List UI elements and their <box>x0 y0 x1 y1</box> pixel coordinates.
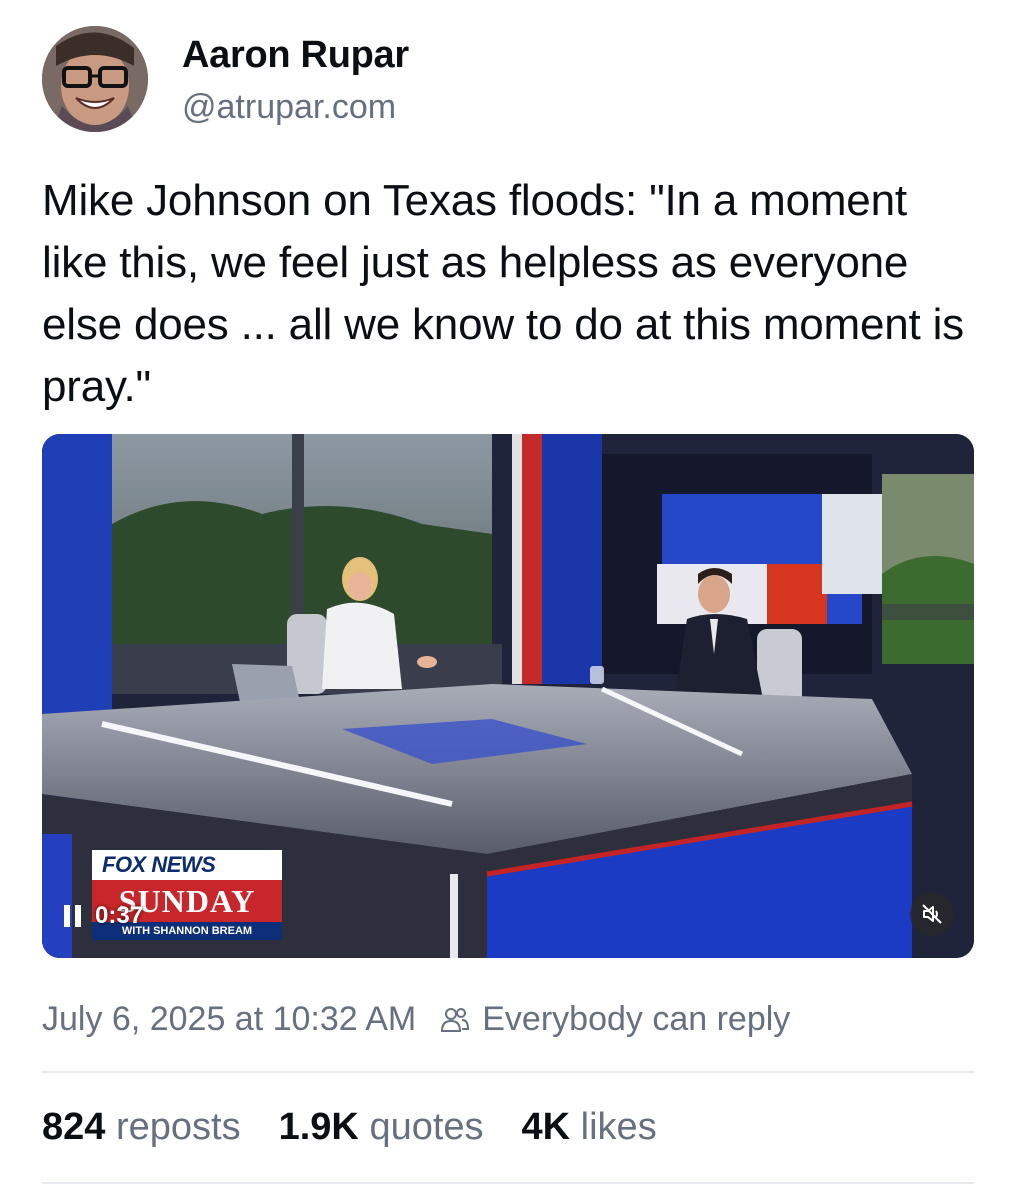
playback-controls: 0:37 <box>64 902 143 930</box>
reposts-count[interactable]: 824 reposts <box>42 1106 241 1149</box>
reply-setting[interactable]: Everybody can reply <box>440 1000 790 1039</box>
avatar-image <box>42 26 148 132</box>
stat-number: 4K <box>521 1106 571 1148</box>
likes-count[interactable]: 4K likes <box>522 1106 657 1149</box>
mute-button[interactable] <box>910 892 954 936</box>
stat-number: 1.9K <box>278 1106 359 1148</box>
stat-label: likes <box>580 1106 657 1148</box>
muted-speaker-icon <box>922 904 942 924</box>
divider <box>42 1071 974 1073</box>
author-handle[interactable]: @atrupar.com <box>182 88 396 127</box>
pause-icon[interactable] <box>64 905 81 927</box>
post-card: Aaron Rupar @atrupar.com Mike Johnson on… <box>0 0 1016 1200</box>
people-icon <box>441 1007 470 1032</box>
divider <box>42 1182 974 1184</box>
quotes-count[interactable]: 1.9K quotes <box>279 1106 484 1149</box>
reply-setting-label: Everybody can reply <box>482 1000 791 1038</box>
post-meta: July 6, 2025 at 10:32 AM Everybody can r… <box>42 1000 790 1039</box>
avatar[interactable] <box>42 26 148 132</box>
post-text: Mike Johnson on Texas floods: "In a mome… <box>42 176 964 411</box>
video-player[interactable]: FOX NEWS SUNDAY WITH SHANNON BREAM 0:37 <box>42 434 974 958</box>
stat-label: quotes <box>369 1106 484 1148</box>
post-stats: 824 reposts 1.9K quotes 4K likes <box>42 1106 657 1149</box>
stat-label: reposts <box>115 1106 241 1148</box>
chyron-network: FOX NEWS <box>92 850 282 880</box>
stat-number: 824 <box>42 1106 106 1148</box>
video-time: 0:37 <box>95 902 144 929</box>
post-timestamp[interactable]: July 6, 2025 at 10:32 AM <box>42 1000 416 1039</box>
author-name[interactable]: Aaron Rupar <box>182 34 409 77</box>
